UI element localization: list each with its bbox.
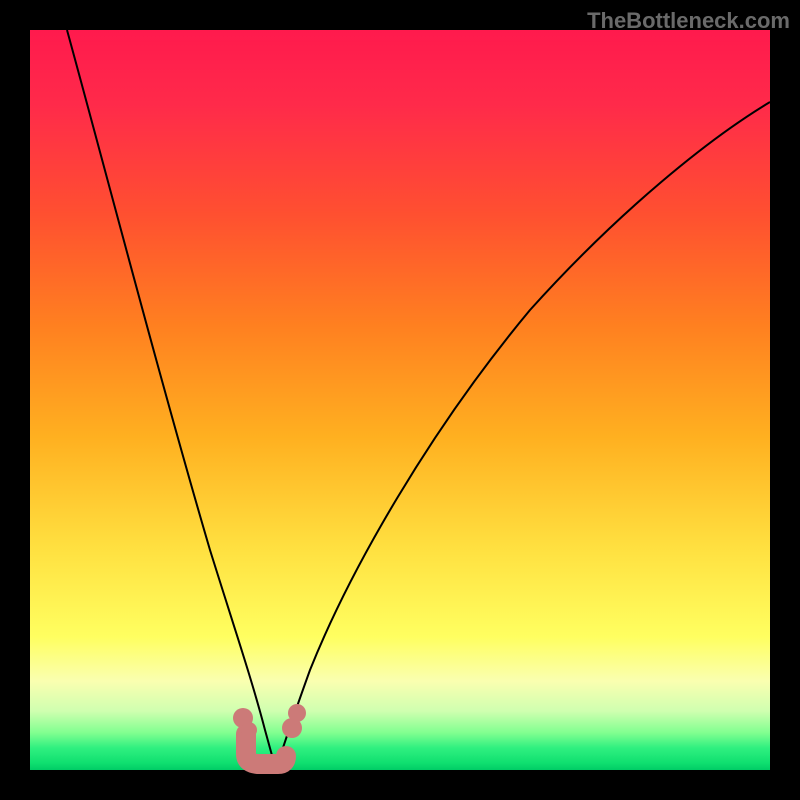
- chart-svg: [30, 30, 770, 770]
- marker-dot: [288, 704, 306, 722]
- annotation-u-shape: [246, 734, 286, 764]
- curve-right-branch: [276, 102, 770, 770]
- watermark-text: TheBottleneck.com: [587, 8, 790, 34]
- marker-dot: [241, 722, 257, 738]
- curve-left-branch: [67, 30, 276, 770]
